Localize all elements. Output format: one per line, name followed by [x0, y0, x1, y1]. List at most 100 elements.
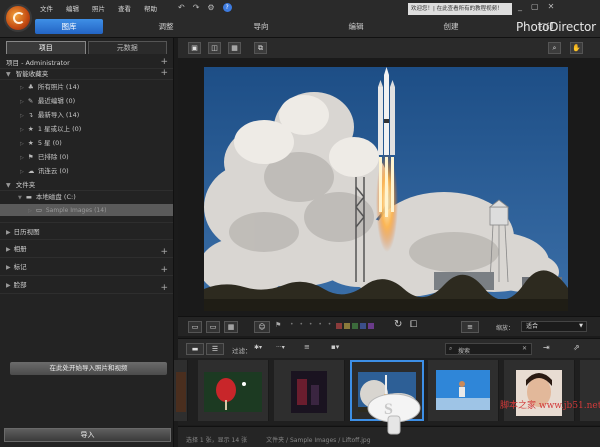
- minimize-icon[interactable]: _: [518, 2, 522, 11]
- smart-item-label: 最新导入 (14): [37, 111, 80, 119]
- viewer-toolbar: ▣ ◫ ▦ ⧉ ⌕ ✋: [178, 38, 600, 58]
- expand-icon[interactable]: ▶: [6, 229, 11, 236]
- zoom-select[interactable]: 适合 ▼: [521, 321, 587, 332]
- search-input[interactable]: 搜索: [458, 346, 470, 355]
- filter-rating-dropdown[interactable]: ···▾: [276, 344, 294, 354]
- search-box[interactable]: ⌕ 搜索 ✕: [445, 343, 532, 355]
- multi-layout-icon[interactable]: ▦: [224, 321, 238, 333]
- sort-icon[interactable]: ≡: [304, 343, 310, 351]
- smart-item-all[interactable]: ▷ ♣ 所有照片 (14): [0, 80, 173, 94]
- tab-create[interactable]: 创建: [416, 19, 486, 34]
- thumbnail-cell[interactable]: [198, 360, 269, 421]
- tab-adjust[interactable]: 调整: [131, 19, 201, 34]
- thumbnail-cell[interactable]: [274, 360, 345, 421]
- dual-monitor-icon[interactable]: ⧉: [254, 42, 267, 54]
- tags-section[interactable]: ▶ 标记 +: [0, 258, 173, 276]
- collapse-icon[interactable]: ▼: [6, 71, 11, 78]
- smart-item-excluded[interactable]: ▷ ⚑ 已排除 (0): [0, 150, 173, 164]
- menu-view[interactable]: 查看: [118, 3, 131, 13]
- folder-icon: ▭: [35, 206, 43, 214]
- smart-item-1star[interactable]: ▷ ★ 1 星或以上 (0): [0, 122, 173, 136]
- dual-layout-icon[interactable]: ▭: [206, 321, 220, 333]
- smart-item-5star[interactable]: ▷ ★ 5 星 (0): [0, 136, 173, 150]
- import-hint[interactable]: 在此处开始导入照片和视频: [10, 362, 167, 375]
- watermark-text: 脚本之家 www.jb51.net: [500, 401, 600, 411]
- grid-view-icon[interactable]: ▦: [228, 42, 241, 54]
- smart-collections-header[interactable]: ▼ 智能收藏夹 +: [0, 68, 173, 80]
- menu-photo[interactable]: 照片: [92, 3, 105, 13]
- import-button[interactable]: 导入: [4, 428, 171, 442]
- menu-file[interactable]: 文件: [40, 3, 53, 13]
- share-icon[interactable]: ⇗: [573, 343, 580, 352]
- rating-stars[interactable]: • • • • •: [290, 321, 333, 328]
- thumbnail-cell[interactable]: [504, 360, 575, 421]
- recent-edit-icon: ✎: [27, 97, 34, 105]
- collapse-icon[interactable]: ▼: [6, 182, 11, 189]
- compare-view-icon[interactable]: ◫: [208, 42, 221, 54]
- thumbnail-cell[interactable]: [174, 360, 188, 421]
- tab-library[interactable]: 图库: [35, 19, 103, 34]
- color-label-green[interactable]: [352, 323, 358, 329]
- color-label-purple[interactable]: [368, 323, 374, 329]
- flag-icon[interactable]: ⚑: [275, 321, 281, 329]
- filter-flag-dropdown[interactable]: ✱▾: [254, 344, 272, 354]
- chevron-down-icon: ▼: [579, 323, 583, 329]
- hand-icon[interactable]: ✋: [570, 42, 583, 54]
- undo-icon[interactable]: ↶: [178, 3, 185, 12]
- smart-item-recent-import[interactable]: ▷ ↴ 最新导入 (14): [0, 108, 173, 122]
- export-icon[interactable]: ⇥: [543, 343, 550, 352]
- add-project-icon[interactable]: +: [160, 57, 168, 68]
- single-view-icon[interactable]: ▣: [188, 42, 201, 54]
- faces-section[interactable]: ▶ 脸部 +: [0, 276, 173, 294]
- list-view-icon[interactable]: ☰: [206, 343, 224, 355]
- color-label-yellow[interactable]: [344, 323, 350, 329]
- tab-edit[interactable]: 编辑: [321, 19, 391, 34]
- expand-icon[interactable]: ▶: [6, 264, 11, 271]
- search-icon[interactable]: ⌕: [548, 42, 561, 54]
- clear-icon[interactable]: ✕: [522, 345, 527, 352]
- expand-icon[interactable]: ▼: [18, 195, 22, 201]
- tab-metadata[interactable]: 元数据: [87, 41, 167, 54]
- single-layout-icon[interactable]: ▭: [188, 321, 202, 333]
- folders-header[interactable]: ▼ 文件夹: [0, 180, 173, 191]
- expand-icon[interactable]: ▶: [6, 282, 11, 289]
- face-tag-icon[interactable]: ☺: [254, 321, 270, 333]
- tab-print[interactable]: 打印: [511, 19, 581, 34]
- project-header-label: 项目 - Administrator: [6, 59, 70, 67]
- redo-icon[interactable]: ↷: [193, 3, 200, 12]
- expand-icon[interactable]: ▶: [6, 246, 11, 253]
- mode-tabs: 图库 调整 导向 编辑 创建 打印: [35, 19, 600, 34]
- stack-icon[interactable]: ▪▾: [331, 343, 339, 351]
- add-face-icon[interactable]: +: [160, 279, 168, 297]
- folder-sample-images[interactable]: ▷ ▭ Sample Images (14): [0, 204, 173, 216]
- rotate-icon[interactable]: ↻: [394, 319, 402, 330]
- thumbnail-cell[interactable]: [428, 360, 499, 421]
- add-smart-collection-icon[interactable]: +: [160, 68, 168, 79]
- albums-section[interactable]: ▶ 相册 +: [0, 240, 173, 258]
- photo-viewer[interactable]: [178, 58, 600, 316]
- menu-help[interactable]: 帮助: [144, 3, 157, 13]
- close-icon[interactable]: ✕: [548, 2, 555, 11]
- info-panel-icon[interactable]: ≡: [461, 321, 479, 333]
- folder-local-disk[interactable]: ▼ ▬ 本地磁盘 (C:): [0, 191, 173, 204]
- thumbnail-dark-city: [291, 371, 327, 413]
- zoom-label: 缩放：: [496, 325, 515, 332]
- restore-icon[interactable]: ▢: [531, 2, 539, 11]
- thumbnail-cell[interactable]: [580, 360, 600, 421]
- color-label-blue[interactable]: [360, 323, 366, 329]
- menu-edit[interactable]: 编辑: [66, 3, 79, 13]
- smart-item-recent-edit[interactable]: ▷ ✎ 最近编辑 (0): [0, 94, 173, 108]
- settings-icon[interactable]: ⚙: [207, 3, 214, 12]
- tab-guided[interactable]: 导向: [226, 19, 296, 34]
- smart-item-label: 5 星 (0): [37, 139, 62, 147]
- color-labels[interactable]: [336, 323, 374, 329]
- calendar-section[interactable]: ▶ 日历视图: [0, 222, 173, 240]
- tab-project[interactable]: 项目: [6, 41, 86, 54]
- welcome-banner[interactable]: 欢迎您！| 在此查看所有的教程视频！: [408, 3, 512, 15]
- quick-actions: ↶ ↷ ⚙ ?: [178, 3, 232, 12]
- thumbnail-view-icon[interactable]: ▬: [186, 343, 204, 355]
- help-icon[interactable]: ?: [222, 3, 232, 12]
- color-label-red[interactable]: [336, 323, 342, 329]
- crop-icon[interactable]: ⧠: [410, 320, 417, 330]
- smart-item-cloud[interactable]: ▷ ☁ 讯连云 (0): [0, 164, 173, 178]
